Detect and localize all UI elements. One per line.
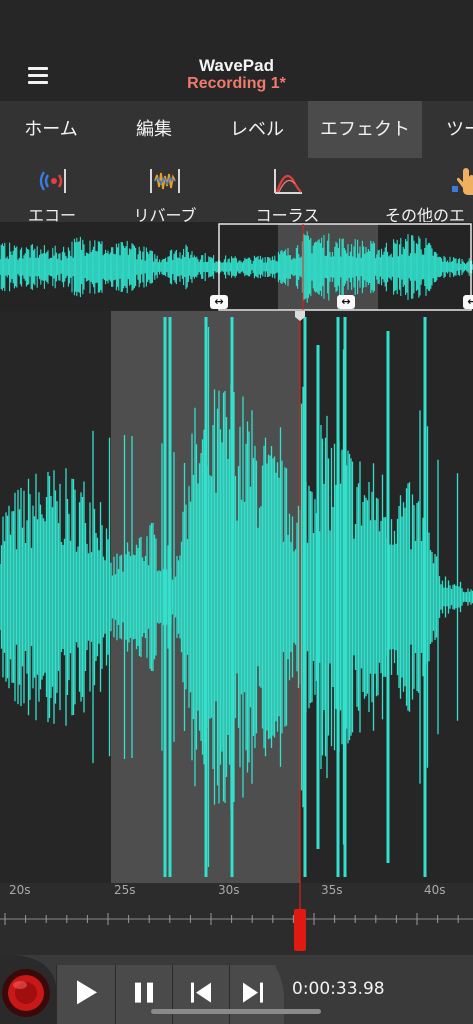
wavepad-screen: WavePad Recording 1* ホーム 編集 レベル エフェクト ツー… bbox=[0, 0, 473, 1024]
tab-home[interactable]: ホーム bbox=[0, 101, 102, 158]
effects-toolbar: エコー リバーブ コーラス その他のエ bbox=[0, 158, 473, 222]
skip-forward-button[interactable] bbox=[229, 965, 276, 1024]
tab-edit[interactable]: 編集 bbox=[102, 101, 206, 158]
record-icon bbox=[0, 955, 56, 1024]
view-start-handle[interactable]: ↔ bbox=[210, 295, 228, 309]
echo-icon bbox=[39, 169, 66, 193]
skip-back-icon bbox=[191, 982, 211, 1003]
tab-levels[interactable]: レベル bbox=[206, 101, 308, 158]
echo-button[interactable]: エコー bbox=[0, 158, 104, 222]
record-button[interactable] bbox=[0, 955, 56, 1024]
timeline-ticks bbox=[0, 883, 473, 951]
reverb-icon bbox=[150, 169, 180, 193]
more-effects-label: その他のエ bbox=[385, 206, 466, 222]
main-waveform-graph bbox=[0, 311, 473, 883]
chorus-label: コーラス bbox=[255, 206, 320, 222]
view-end-handle[interactable]: ↔ bbox=[463, 295, 473, 309]
ribbon-tabs: ホーム 編集 レベル エフェクト ツー bbox=[0, 101, 473, 158]
document-title: Recording 1* bbox=[187, 75, 286, 92]
tab-effects[interactable]: エフェクト bbox=[308, 101, 422, 158]
home-indicator bbox=[151, 1009, 321, 1014]
more-effects-button[interactable]: その他のエ bbox=[370, 158, 473, 222]
echo-label: エコー bbox=[27, 206, 76, 222]
title-bar: WavePad Recording 1* bbox=[0, 0, 473, 101]
time-readout: 0:00:33.98 bbox=[292, 979, 385, 999]
chorus-button[interactable]: コーラス bbox=[230, 158, 345, 222]
skip-forward-icon bbox=[243, 982, 263, 1003]
timeline-ruler[interactable]: 20s 25s 30s 35s 40s bbox=[0, 883, 473, 955]
playhead-slider[interactable] bbox=[294, 909, 306, 951]
tab-tools[interactable]: ツー bbox=[422, 101, 473, 158]
reverb-button[interactable]: リバーブ bbox=[110, 158, 220, 222]
overview-waveform[interactable]: ↔ ↔ ↔ bbox=[0, 222, 473, 311]
main-waveform[interactable] bbox=[0, 311, 473, 883]
chorus-icon bbox=[273, 169, 302, 194]
skip-back-button[interactable] bbox=[172, 965, 229, 1024]
more-effects-icon bbox=[452, 168, 473, 195]
play-button[interactable] bbox=[56, 965, 115, 1024]
pause-icon bbox=[135, 982, 153, 1003]
overview-waveform-graph bbox=[0, 223, 473, 311]
play-icon bbox=[77, 979, 97, 1004]
selection-handle[interactable]: ↔ bbox=[337, 295, 355, 309]
app-title: WavePad bbox=[199, 56, 274, 75]
reverb-label: リバーブ bbox=[133, 206, 197, 222]
pause-button[interactable] bbox=[115, 965, 172, 1024]
